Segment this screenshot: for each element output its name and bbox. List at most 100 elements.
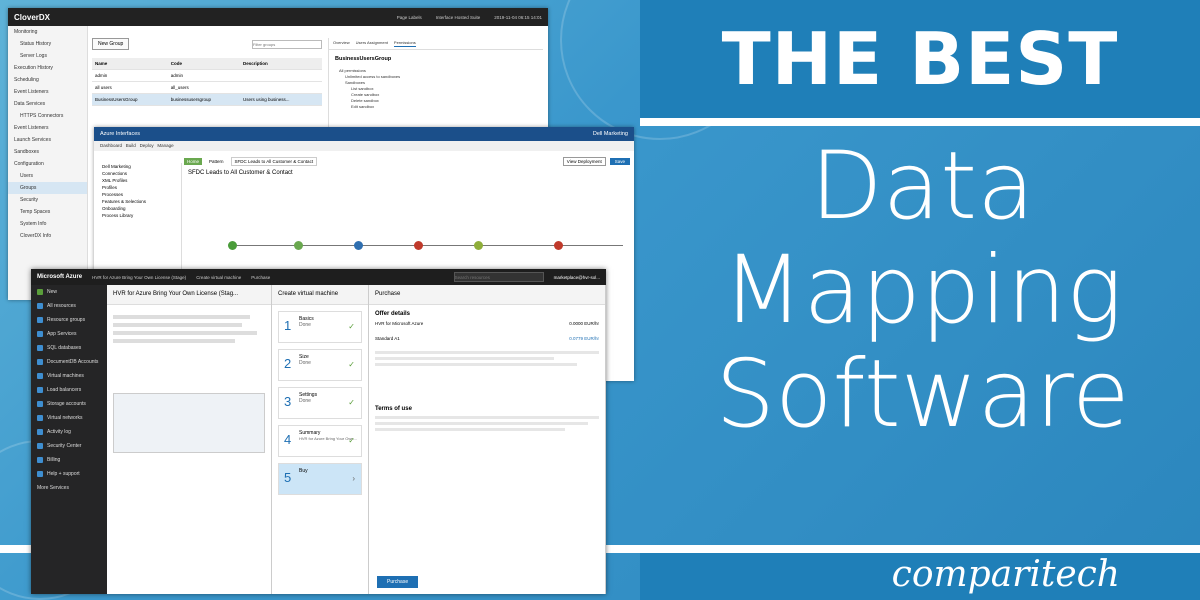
nav-item-new[interactable]: New [31, 285, 107, 299]
sidebar-item[interactable]: Execution History [8, 62, 87, 74]
sidebar-item[interactable]: Configuration [8, 158, 87, 170]
nav-label: Billing [47, 457, 61, 463]
sidebar-item[interactable]: Security [8, 194, 87, 206]
text-line [113, 323, 243, 327]
nav-item[interactable]: Virtual machines [31, 369, 107, 383]
menu-item[interactable]: Manage [157, 143, 173, 148]
table-row[interactable]: BusinessUsersGroup businessusersgroup Us… [92, 93, 322, 106]
shape-node[interactable] [354, 241, 363, 250]
purchase-button[interactable]: Purchase [377, 576, 419, 588]
groups-panel: New Group Name Code Description admin ad… [92, 38, 322, 106]
sidebar-item[interactable]: Monitoring [8, 26, 87, 38]
account-menu[interactable]: marketplace@hvr-sol... [554, 275, 600, 280]
tree-item[interactable]: Onboarding [98, 205, 181, 212]
azure-nav: New All resources Resource groups App Se… [31, 285, 107, 594]
search-input[interactable] [453, 272, 544, 282]
shape-node[interactable] [294, 241, 303, 250]
view-deployment-button[interactable]: View Deployment [562, 157, 606, 166]
permission-item[interactable]: Edit sandbox [339, 104, 543, 110]
sidebar-item[interactable]: Temp Spaces [8, 206, 87, 218]
wizard-step[interactable]: 2 Size Done ✓ [278, 349, 362, 381]
sidebar-item[interactable]: Users [8, 170, 87, 182]
nav-item[interactable]: Load balancers [31, 383, 107, 397]
azure-brand[interactable]: Microsoft Azure [37, 274, 82, 280]
nav-label: SQL databases [47, 345, 82, 351]
table-row[interactable]: admin admin [92, 69, 322, 82]
wizard-step[interactable]: 4 Summary HVR for Azure Bring Your Own... ✓ [278, 425, 362, 457]
nav-item[interactable]: Billing [31, 453, 107, 467]
nav-label: New [47, 289, 58, 295]
tree-item[interactable]: Dell Marketing [98, 163, 181, 170]
nav-item[interactable]: Activity log [31, 425, 107, 439]
tab-process[interactable]: SFDC Leads to All Customer & Contact [230, 157, 318, 166]
nav-item[interactable]: Resource groups [31, 313, 107, 327]
menu-item[interactable]: Deploy [140, 143, 154, 148]
tree-item[interactable]: Process Library [98, 212, 181, 219]
tree-item[interactable]: XML Profiles [98, 177, 181, 184]
nav-item[interactable]: SQL databases [31, 341, 107, 355]
shape-node[interactable] [474, 241, 483, 250]
menu-item[interactable]: Build [126, 143, 136, 148]
nav-item[interactable]: Help + support [31, 467, 107, 481]
sidebar-item[interactable]: Server Logs [8, 50, 87, 62]
column-header[interactable]: Description [239, 58, 322, 70]
sidebar-item[interactable]: Launch Services [8, 134, 87, 146]
help-icon [37, 471, 43, 477]
wizard-step[interactable]: 3 Settings Done ✓ [278, 387, 362, 419]
tab-users-assignment[interactable]: Users Assignment [356, 40, 388, 47]
nav-label: Activity log [47, 429, 71, 435]
nav-item[interactable]: App Services [31, 327, 107, 341]
header-item[interactable]: Interface Hosted Suite [436, 15, 481, 20]
start-shape[interactable] [228, 241, 237, 250]
nav-item[interactable]: Virtual networks [31, 411, 107, 425]
new-group-button[interactable]: New Group [92, 38, 130, 50]
azure-portal-screenshot: Microsoft Azure HVR for Azure Bring Your… [31, 269, 606, 594]
text-line [113, 339, 235, 343]
nav-item[interactable]: DocumentDB Accounts [31, 355, 107, 369]
nav-item[interactable]: Storage accounts [31, 397, 107, 411]
sidebar-item[interactable]: Data Services [8, 98, 87, 110]
user-menu[interactable]: Dell Marketing [593, 131, 628, 137]
sidebar-item[interactable]: Event Listeners [8, 122, 87, 134]
detail-title: BusinessUsersGroup [335, 56, 392, 62]
wizard-step[interactable]: 1 Basics Done ✓ [278, 311, 362, 343]
nav-item[interactable]: All resources [31, 299, 107, 313]
tree-item[interactable]: Connections [98, 170, 181, 177]
menu-item[interactable]: Dashboard [100, 143, 122, 148]
header-item[interactable]: Page Labels [397, 15, 422, 20]
sidebar-item[interactable]: Scheduling [8, 74, 87, 86]
tree-item[interactable]: Profiles [98, 184, 181, 191]
column-header[interactable]: Code [167, 58, 240, 70]
nav-item[interactable]: Security Center [31, 439, 107, 453]
sidebar-item[interactable]: CloverDX Info [8, 230, 87, 242]
plus-icon [37, 289, 43, 295]
text-line [375, 422, 588, 425]
wizard-step-active[interactable]: 5 Buy › [278, 463, 362, 495]
tab-pattern[interactable]: Pattern [206, 158, 227, 165]
tree-item[interactable]: Processes [98, 191, 181, 198]
breadcrumb[interactable]: Create virtual machine [196, 275, 241, 280]
decision-node[interactable] [414, 241, 423, 250]
sidebar-item[interactable]: Status History [8, 38, 87, 50]
sidebar-item[interactable]: Sandboxes [8, 146, 87, 158]
tab-permissions[interactable]: Permissions [393, 40, 416, 47]
tree-item[interactable]: Features & Selections [98, 198, 181, 205]
save-button[interactable]: Save [609, 158, 630, 165]
canvas-title: SFDC Leads to All Customer & Contact [188, 170, 293, 176]
sidebar-item-groups[interactable]: Groups [8, 182, 87, 194]
cloverdx-sidebar: Monitoring Status History Server Logs Ex… [8, 26, 88, 300]
sidebar-item[interactable]: Event Listeners [8, 86, 87, 98]
stop-node[interactable] [554, 241, 563, 250]
search-input[interactable] [252, 39, 322, 49]
table-row[interactable]: all users all_users [92, 81, 322, 94]
nav-item[interactable]: More Services [31, 481, 107, 495]
sidebar-item[interactable]: System Info [8, 218, 87, 230]
cloverdx-topbar: CloverDX Page Labels Interface Hosted Su… [8, 8, 548, 26]
checkmark-icon: ✓ [348, 360, 355, 369]
breadcrumb[interactable]: HVR for Azure Bring Your Own License (St… [92, 275, 186, 280]
tab-overview[interactable]: Overview [333, 40, 350, 47]
tab-home[interactable]: Home [184, 158, 203, 165]
breadcrumb[interactable]: Purchase [251, 275, 270, 280]
column-header[interactable]: Name [92, 58, 168, 70]
sidebar-item[interactable]: HTTPS Connectors [8, 110, 87, 122]
